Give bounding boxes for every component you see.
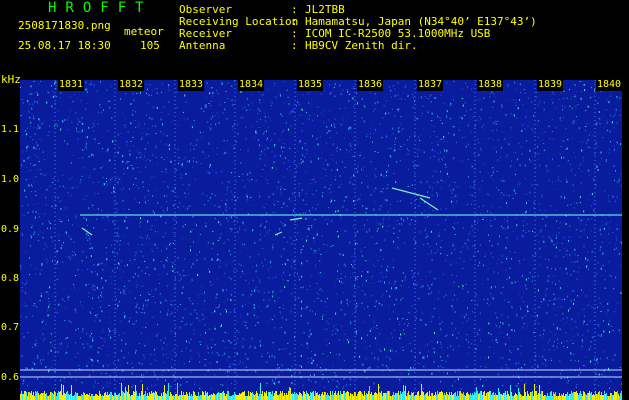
y-tick-label: 0.9 bbox=[1, 224, 20, 235]
y-tick-label: 1.1 bbox=[1, 124, 20, 135]
meteor-count: 105 bbox=[140, 39, 160, 52]
y-tick-label: 1.0 bbox=[1, 174, 20, 185]
y-tick-label: 0.7 bbox=[1, 322, 20, 333]
spectrogram-noise bbox=[20, 80, 622, 390]
x-tick-label: 1836 bbox=[357, 79, 384, 91]
date-time: 25.08.17 18:30 bbox=[18, 39, 111, 52]
signal-level-bars bbox=[20, 383, 622, 400]
info-row-antenna: Antenna: HB9CV Zenith dir. bbox=[179, 40, 418, 52]
frequency-axis: 1.1 1.0 0.9 0.8 0.7 0.6 bbox=[0, 80, 20, 400]
y-tick-label: 0.6 bbox=[1, 372, 20, 383]
file-name: 2508171830.png bbox=[18, 19, 111, 32]
x-tick-label: 1839 bbox=[537, 79, 564, 91]
info-label: Antenna bbox=[179, 39, 226, 52]
x-tick-label: 1832 bbox=[118, 79, 145, 91]
x-tick-label: 1833 bbox=[178, 79, 205, 91]
x-tick-label: 1835 bbox=[297, 79, 324, 91]
x-tick-label: 1837 bbox=[417, 79, 444, 91]
meteor-echo bbox=[274, 231, 283, 236]
spectrogram-canvas bbox=[20, 80, 622, 400]
x-tick-label: 1834 bbox=[238, 79, 265, 91]
x-tick-label: 1840 bbox=[596, 79, 623, 91]
meteor-echo bbox=[289, 217, 303, 221]
y-tick-label: 0.8 bbox=[1, 273, 20, 284]
mode-label: meteor bbox=[124, 25, 164, 38]
app-title: HROFFT bbox=[48, 0, 153, 16]
x-tick-label: 1831 bbox=[58, 79, 85, 91]
info-colon: : bbox=[291, 39, 298, 52]
meteor-echo bbox=[391, 187, 431, 199]
time-axis: 1831 1832 1833 1834 1835 1836 1837 1838 … bbox=[0, 79, 629, 93]
spectrogram bbox=[20, 80, 622, 400]
info-value: HB9CV Zenith dir. bbox=[305, 39, 418, 52]
x-tick-label: 1838 bbox=[477, 79, 504, 91]
